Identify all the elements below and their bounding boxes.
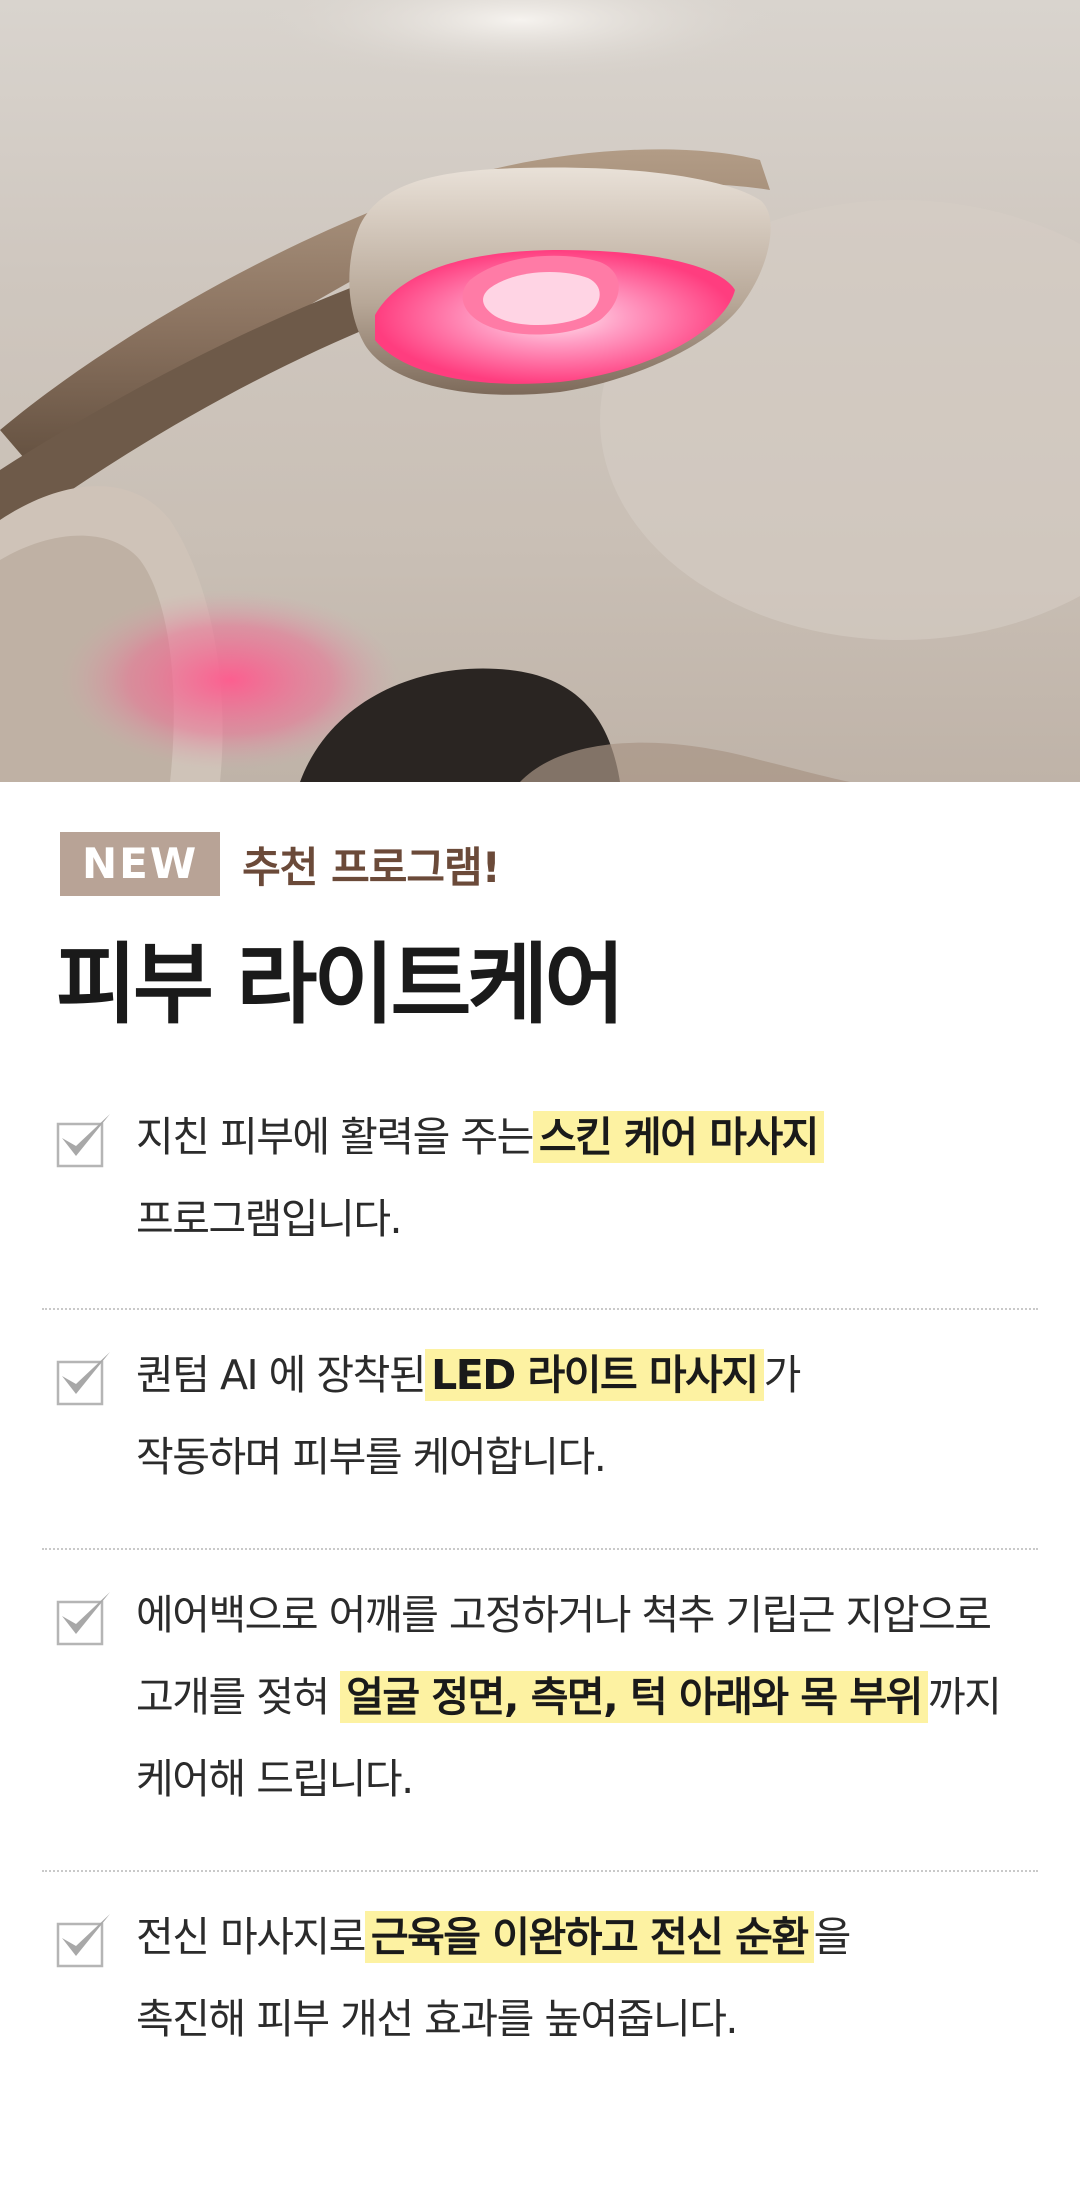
page-title: 피부 라이트케어 <box>56 933 625 1036</box>
check-icon <box>56 1592 110 1646</box>
feature-text-segment: 지친 피부에 활력을 주는 <box>136 1113 534 1161</box>
feature-text-segment: 프로그램입니다. <box>136 1195 403 1243</box>
new-badge: NEW <box>60 832 221 896</box>
highlighted-text: LED 라이트 마사지 <box>425 1349 764 1401</box>
feature-text: 지친 피부에 활력을 주는 스킨 케어 마사지 프로그램입니다. <box>136 1096 1036 1260</box>
highlighted-text: 얼굴 정면, 측면, 턱 아래와 목 부위 <box>340 1671 928 1723</box>
feature-text: 에어백으로 어깨를 고정하거나 척추 기립근 지압으로 고개를 젖혀 얼굴 정면… <box>136 1574 1036 1820</box>
feature-text-segment: 에어백으로 어깨를 고정하거나 척추 기립근 지압으로 <box>136 1591 992 1639</box>
feature-text-segment: 을 <box>813 1913 852 1961</box>
check-icon <box>56 1914 110 1968</box>
divider <box>42 1548 1038 1550</box>
highlighted-text: 근육을 이완하고 전신 순환 <box>364 1911 814 1963</box>
feature-text: 전신 마사지로 근육을 이완하고 전신 순환 을 촉진해 피부 개선 효과를 높여줍… <box>136 1896 1036 2060</box>
feature-text-segment: 케어해 드립니다. <box>136 1755 414 1803</box>
tag-row: NEW 추천 프로그램! <box>60 832 501 896</box>
feature-text-segment: 퀀텀 AI 에 장착된 <box>136 1351 427 1399</box>
recommended-program-label: 추천 프로그램! <box>242 842 501 892</box>
check-icon <box>56 1114 110 1168</box>
feature-text-segment: 작동하며 피부를 케어합니다. <box>136 1433 607 1481</box>
feature-text: 퀀텀 AI 에 장착된 LED 라이트 마사지 가 작동하며 피부를 케어합니다. <box>136 1334 1036 1498</box>
hero-image <box>0 0 1080 782</box>
divider <box>42 1870 1038 1872</box>
feature-text-segment: 촉진해 피부 개선 효과를 높여줍니다. <box>136 1995 738 2043</box>
check-icon <box>56 1352 110 1406</box>
feature-text-segment: 고개를 젖혀 <box>136 1673 330 1721</box>
led-massage-head-illustration <box>0 0 1080 782</box>
feature-text-segment: 가 <box>763 1351 802 1399</box>
feature-text-segment: 까지 <box>927 1673 1002 1721</box>
divider <box>42 1308 1038 1310</box>
page: NEW 추천 프로그램! 피부 라이트케어 지친 피부에 활력을 주는 스킨 케어… <box>0 0 1080 2198</box>
highlighted-text: 스킨 케어 마사지 <box>532 1111 824 1163</box>
feature-text-segment: 전신 마사지로 <box>136 1913 366 1961</box>
